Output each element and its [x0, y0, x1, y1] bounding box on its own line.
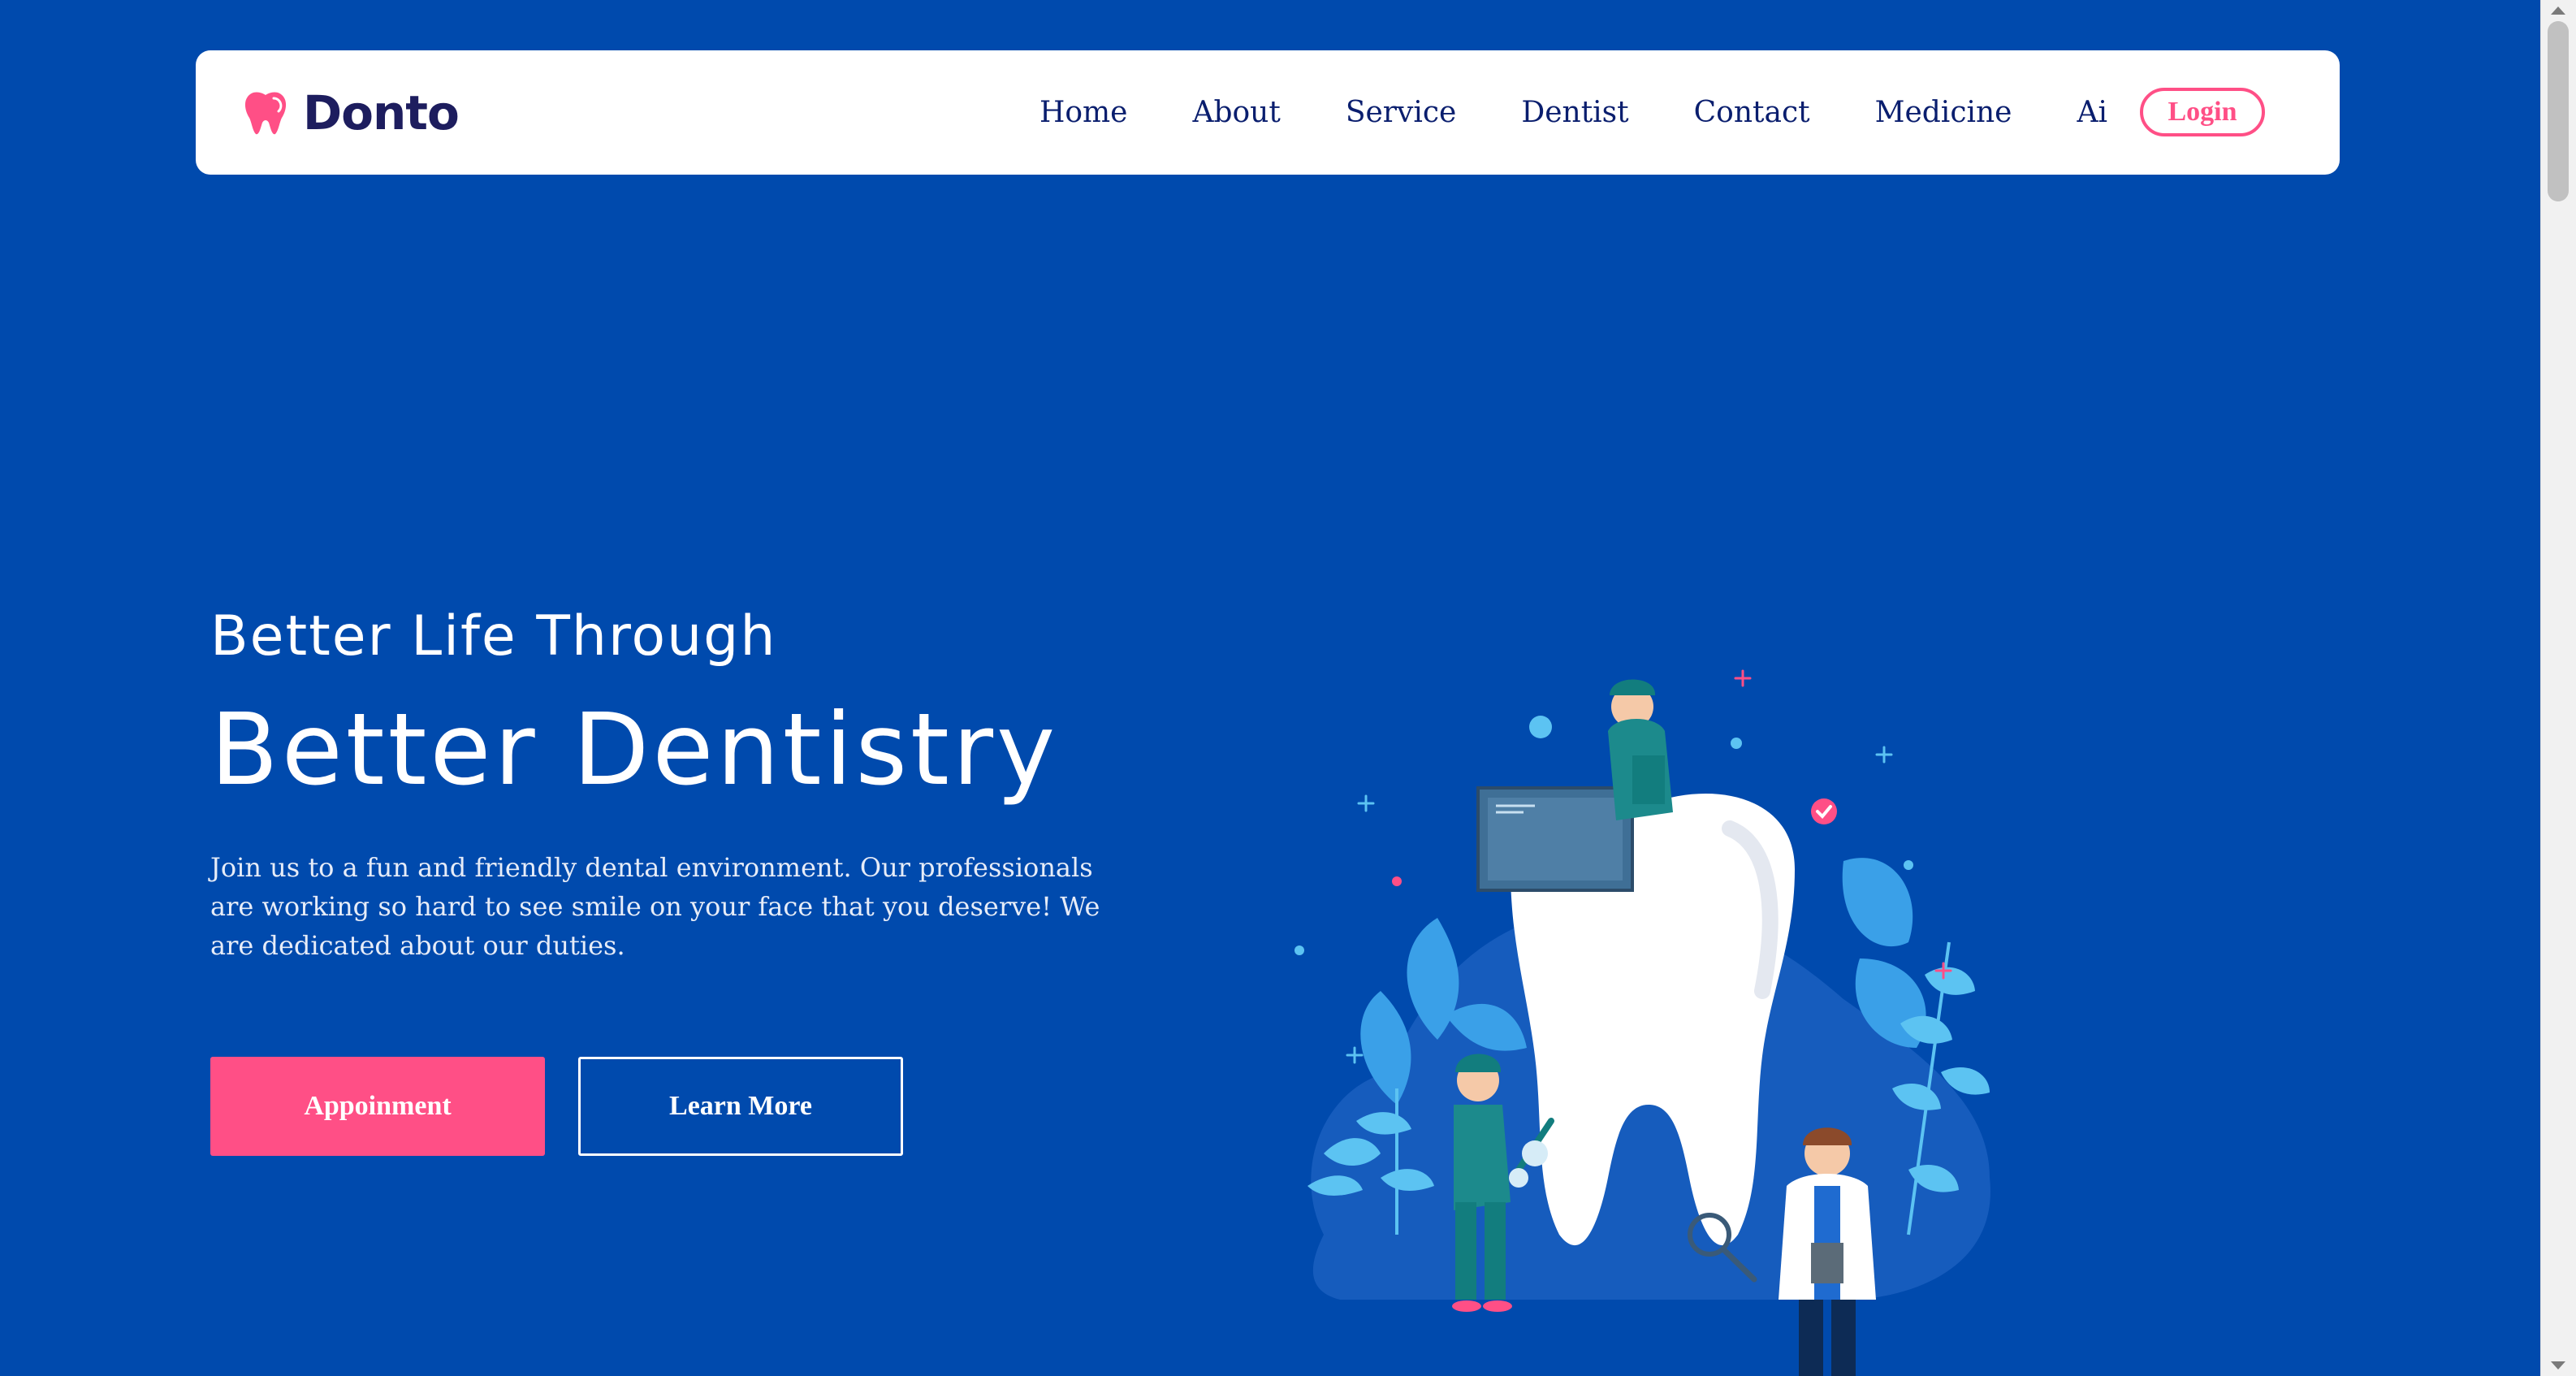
check-badge: [1811, 798, 1837, 824]
brand-logo[interactable]: Donto: [241, 84, 460, 141]
decor-dot: [1529, 716, 1552, 738]
decor-dot: [1904, 860, 1913, 870]
top-dentist: [1608, 679, 1673, 820]
appointment-button[interactable]: Appoinment: [210, 1057, 545, 1156]
nav-item-contact[interactable]: Contact: [1694, 96, 1810, 129]
hero-subtitle: Better Life Through: [210, 604, 777, 669]
decor-dot: [1392, 876, 1402, 886]
decor-dot: [1294, 945, 1304, 955]
scroll-up-arrow-icon[interactable]: [2551, 6, 2565, 15]
tooth-icon: [244, 92, 287, 135]
vertical-scrollbar[interactable]: [2540, 0, 2576, 1376]
page: Donto Home About Service Dentist Contact…: [0, 0, 2576, 1376]
nav-item-medicine[interactable]: Medicine: [1875, 96, 2012, 129]
nav-item-ai[interactable]: Ai: [2077, 96, 2107, 129]
decor-dot: [1731, 738, 1742, 749]
brand-name: Donto: [303, 85, 460, 141]
nav-item-home[interactable]: Home: [1039, 96, 1128, 129]
nav-item-about[interactable]: About: [1192, 96, 1280, 129]
hero-title: Better Dentistry: [210, 692, 1059, 807]
scrollbar-thumb[interactable]: [2548, 21, 2569, 201]
navbar: Donto Home About Service Dentist Contact…: [196, 50, 2340, 175]
nav-item-dentist[interactable]: Dentist: [1521, 96, 1628, 129]
learn-more-button[interactable]: Learn More: [578, 1057, 903, 1156]
hero-description: Join us to a fun and friendly dental env…: [210, 852, 1100, 961]
nav-item-service[interactable]: Service: [1346, 96, 1457, 129]
scroll-down-arrow-icon[interactable]: [2551, 1361, 2565, 1370]
login-button[interactable]: Login: [2140, 88, 2265, 136]
dental-team-illustration: [1294, 669, 1990, 1376]
nav-links: Home About Service Dentist Contact Medic…: [1039, 50, 2107, 175]
